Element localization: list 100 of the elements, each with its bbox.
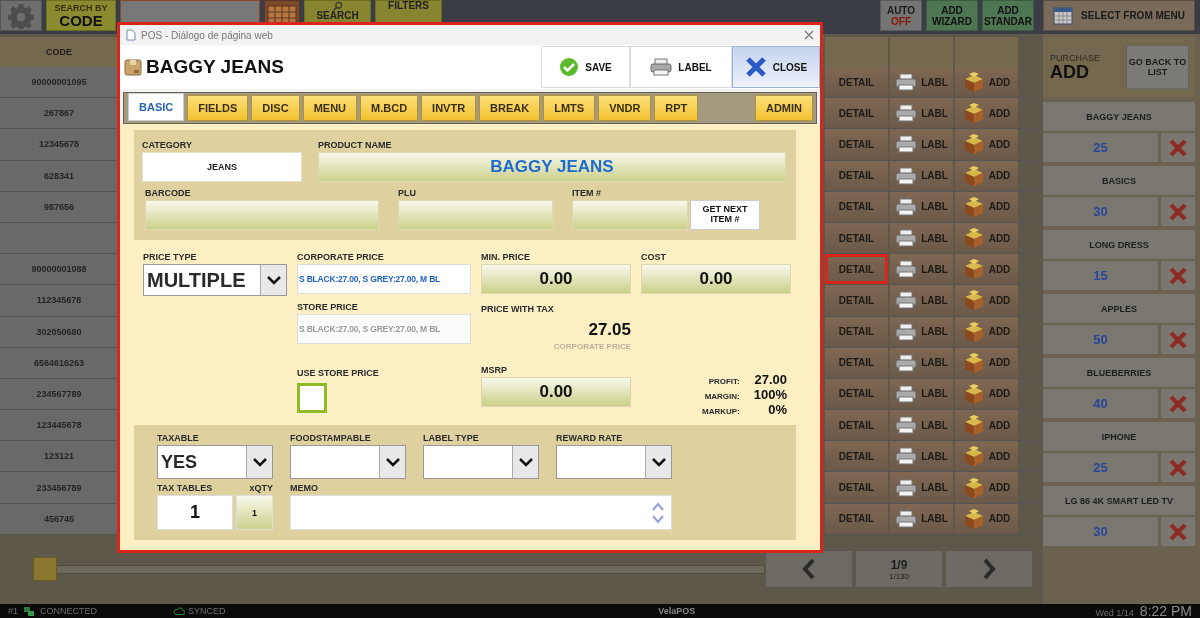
- add-button[interactable]: ADD: [955, 191, 1018, 222]
- close-button[interactable]: CLOSE: [732, 46, 820, 88]
- save-button[interactable]: SAVE: [541, 46, 630, 88]
- tab[interactable]: LMTS: [543, 95, 596, 121]
- add-button[interactable]: ADD: [955, 441, 1018, 472]
- remove-button[interactable]: [1161, 133, 1195, 162]
- cost-field[interactable]: 0.00: [641, 264, 791, 294]
- label-button[interactable]: LABL: [890, 503, 953, 534]
- add-button[interactable]: ADD: [955, 347, 1018, 378]
- msrp-field[interactable]: 0.00: [481, 377, 631, 407]
- label-button[interactable]: LABEL: [630, 46, 732, 88]
- dropdown[interactable]: [556, 445, 672, 479]
- detail-button[interactable]: DETAIL: [825, 67, 888, 98]
- add-button[interactable]: ADD: [955, 129, 1018, 160]
- tax-tables-field[interactable]: 1: [157, 495, 233, 530]
- label-button[interactable]: LABL: [890, 316, 953, 347]
- add-button[interactable]: ADD: [955, 316, 1018, 347]
- label-button[interactable]: LABL: [890, 441, 953, 472]
- detail-button[interactable]: DETAIL: [825, 378, 888, 410]
- detail-button[interactable]: DETAIL: [825, 254, 888, 285]
- tab[interactable]: BREAK: [479, 95, 541, 121]
- quantity-button[interactable]: 1: [236, 495, 273, 530]
- dropdown[interactable]: YES: [157, 445, 273, 479]
- min-price-field[interactable]: 0.00: [481, 264, 631, 294]
- item-number-field[interactable]: [572, 200, 688, 230]
- settings-button[interactable]: [0, 0, 42, 31]
- item-quantity[interactable]: 50: [1043, 325, 1158, 354]
- search-mode-button[interactable]: SEARCH BY CODE: [46, 0, 116, 31]
- item-quantity[interactable]: 30: [1043, 517, 1158, 546]
- slider-track[interactable]: [33, 557, 765, 582]
- tab[interactable]: VNDR: [598, 95, 652, 121]
- plu-field[interactable]: [398, 200, 553, 230]
- label-button[interactable]: LABL: [890, 378, 953, 410]
- add-standard-button[interactable]: ADD STANDAR: [982, 0, 1034, 31]
- price-type-dropdown[interactable]: MULTIPLE: [143, 264, 287, 296]
- tab[interactable]: ADMIN: [754, 95, 813, 121]
- label-button[interactable]: LABL: [890, 67, 953, 98]
- item-quantity[interactable]: 25: [1043, 133, 1158, 162]
- add-button[interactable]: ADD: [955, 472, 1018, 503]
- next-page-button[interactable]: [945, 550, 1033, 589]
- detail-button[interactable]: DETAIL: [825, 160, 888, 191]
- tab[interactable]: M.BCD: [360, 95, 419, 121]
- select-from-menu-button[interactable]: SELECT FROM MENU: [1043, 0, 1195, 31]
- add-button[interactable]: ADD: [955, 254, 1018, 285]
- add-button[interactable]: ADD: [955, 378, 1018, 410]
- remove-button[interactable]: [1161, 453, 1195, 482]
- detail-button[interactable]: DETAIL: [825, 285, 888, 316]
- label-button[interactable]: LABL: [890, 472, 953, 503]
- label-button[interactable]: LABL: [890, 410, 953, 441]
- tab[interactable]: FIELDS: [187, 95, 249, 121]
- previous-page-button[interactable]: [765, 550, 853, 589]
- label-button[interactable]: LABL: [890, 347, 953, 378]
- remove-button[interactable]: [1161, 325, 1195, 354]
- add-button[interactable]: ADD: [955, 98, 1018, 129]
- add-button[interactable]: ADD: [955, 67, 1018, 98]
- add-button[interactable]: ADD: [955, 222, 1018, 254]
- detail-button[interactable]: DETAIL: [825, 191, 888, 222]
- detail-button[interactable]: DETAIL: [825, 441, 888, 472]
- add-button[interactable]: ADD: [955, 503, 1018, 534]
- auto-toggle[interactable]: AUTO OFF: [880, 0, 922, 31]
- tab[interactable]: BASIC: [128, 93, 185, 121]
- product-name-field[interactable]: BAGGY JEANS: [318, 152, 786, 182]
- add-wizard-button[interactable]: ADD WIZARD: [926, 0, 978, 31]
- item-quantity[interactable]: 15: [1043, 261, 1158, 290]
- detail-button[interactable]: DETAIL: [825, 316, 888, 347]
- dropdown[interactable]: [290, 445, 406, 479]
- label-button[interactable]: LABL: [890, 254, 953, 285]
- remove-button[interactable]: [1161, 261, 1195, 290]
- item-quantity[interactable]: 25: [1043, 453, 1158, 482]
- item-quantity[interactable]: 40: [1043, 389, 1158, 418]
- go-back-button[interactable]: GO BACK TO LIST: [1126, 45, 1189, 89]
- detail-button[interactable]: DETAIL: [825, 472, 888, 503]
- label-button[interactable]: LABL: [890, 222, 953, 254]
- label-button[interactable]: LABL: [890, 98, 953, 129]
- detail-button[interactable]: DETAIL: [825, 129, 888, 160]
- detail-button[interactable]: DETAIL: [825, 98, 888, 129]
- detail-button[interactable]: DETAIL: [825, 222, 888, 254]
- remove-button[interactable]: [1161, 197, 1195, 226]
- add-button[interactable]: ADD: [955, 285, 1018, 316]
- label-button[interactable]: LABL: [890, 191, 953, 222]
- tab[interactable]: INVTR: [421, 95, 477, 121]
- dropdown[interactable]: [423, 445, 539, 479]
- checkbox[interactable]: [297, 383, 327, 413]
- label-button[interactable]: LABL: [890, 129, 953, 160]
- get-next-item-button[interactable]: GET NEXT ITEM #: [690, 200, 760, 230]
- memo-field[interactable]: [290, 495, 672, 530]
- detail-button[interactable]: DETAIL: [825, 347, 888, 378]
- tab[interactable]: DISC: [251, 95, 300, 121]
- label-button[interactable]: LABL: [890, 160, 953, 191]
- remove-button[interactable]: [1161, 517, 1195, 546]
- label-button[interactable]: LABL: [890, 285, 953, 316]
- remove-button[interactable]: [1161, 389, 1195, 418]
- detail-button[interactable]: DETAIL: [825, 503, 888, 534]
- corporate-price-field[interactable]: S BLACK:27.00, S GREY:27.00, M BL: [297, 264, 471, 294]
- slider-thumb[interactable]: [33, 557, 57, 582]
- tab[interactable]: RPT: [654, 95, 699, 121]
- tab[interactable]: MENU: [302, 95, 358, 121]
- detail-button[interactable]: DETAIL: [825, 410, 888, 441]
- close-button[interactable]: [804, 28, 814, 42]
- add-button[interactable]: ADD: [955, 160, 1018, 191]
